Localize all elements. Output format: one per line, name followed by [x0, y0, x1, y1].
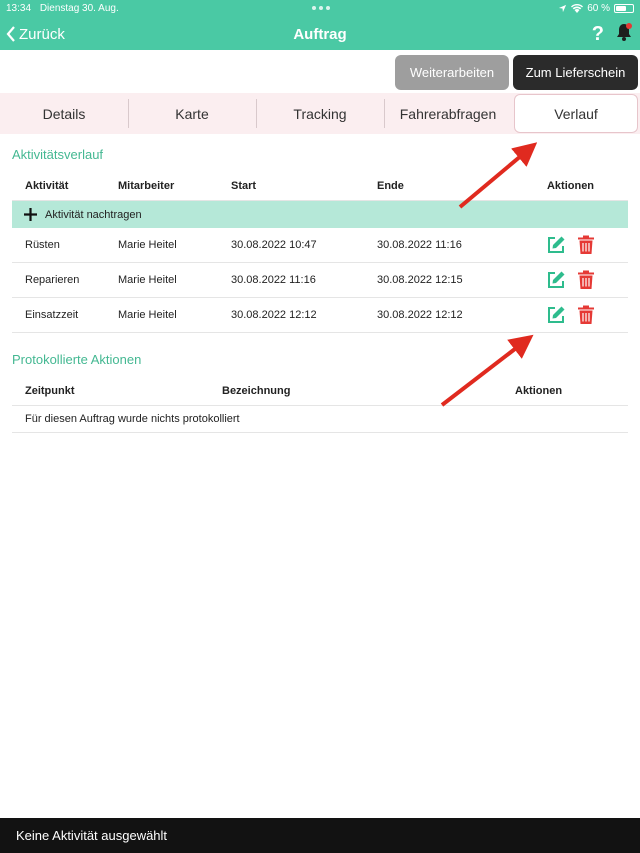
row-end: 30.08.2022 11:16: [377, 239, 462, 251]
col-description: Bezeichnung: [222, 384, 291, 397]
activity-table-header: Aktivität Mitarbeiter Start Ende Aktione…: [12, 171, 628, 201]
help-icon[interactable]: ?: [592, 23, 604, 46]
row-employee: Marie Heitel: [118, 274, 177, 286]
table-row[interactable]: Einsatzzeit Marie Heitel 30.08.2022 12:1…: [12, 298, 628, 333]
row-activity: Reparieren: [25, 274, 80, 286]
page-title: Auftrag: [293, 25, 347, 43]
notification-bell-icon[interactable]: [616, 22, 632, 46]
row-end: 30.08.2022 12:15: [377, 274, 463, 286]
activity-table: Aktivität Mitarbeiter Start Ende Aktione…: [12, 171, 628, 333]
row-start: 30.08.2022 10:47: [231, 239, 317, 251]
col-timestamp: Zeitpunkt: [25, 384, 75, 397]
plus-icon: [24, 208, 37, 221]
row-start: 30.08.2022 12:12: [231, 309, 317, 321]
add-activity-label: Aktivität nachtragen: [45, 208, 142, 221]
log-table-header: Zeitpunkt Bezeichnung Aktionen: [12, 376, 628, 406]
table-row[interactable]: Rüsten Marie Heitel 30.08.2022 10:47 30.…: [12, 228, 628, 263]
row-activity: Rüsten: [25, 239, 60, 251]
tab-bar: Details Karte Tracking Fahrerabfragen Ve…: [0, 93, 640, 134]
tab-map[interactable]: Karte: [128, 93, 256, 134]
row-employee: Marie Heitel: [118, 239, 177, 251]
continue-button[interactable]: Weiterarbeiten: [395, 55, 509, 90]
tab-history[interactable]: Verlauf: [514, 94, 638, 133]
back-button[interactable]: Zurück: [6, 26, 65, 43]
chevron-left-icon: [6, 26, 15, 42]
multitask-dots[interactable]: [312, 6, 330, 10]
col-start: Start: [231, 179, 257, 192]
trash-icon[interactable]: [575, 269, 597, 291]
log-section-title: Protokollierte Aktionen: [12, 352, 142, 367]
battery-percent: 60 %: [587, 2, 610, 14]
log-table: Zeitpunkt Bezeichnung Aktionen Für diese…: [12, 376, 628, 433]
edit-icon[interactable]: [545, 269, 567, 291]
trash-icon[interactable]: [575, 234, 597, 256]
status-time: 13:34: [6, 2, 32, 14]
selection-status-text: Keine Aktivität ausgewählt: [16, 828, 168, 843]
status-date: Dienstag 30. Aug.: [39, 2, 119, 14]
col-employee: Mitarbeiter: [118, 179, 175, 192]
selection-status-bar: Keine Aktivität ausgewählt: [0, 818, 640, 853]
col-activity: Aktivität: [25, 179, 69, 192]
log-empty-message: Für diesen Auftrag wurde nichts protokol…: [12, 406, 628, 433]
col-end: Ende: [377, 179, 404, 192]
battery-icon: [614, 3, 634, 13]
add-activity-button[interactable]: Aktivität nachtragen: [12, 201, 628, 228]
app-header: 13:34 Dienstag 30. Aug. 60 % Zurück Auft…: [0, 0, 640, 50]
tab-tracking[interactable]: Tracking: [256, 93, 384, 134]
tab-details[interactable]: Details: [0, 93, 128, 134]
edit-icon[interactable]: [545, 304, 567, 326]
delivery-note-button[interactable]: Zum Lieferschein: [513, 55, 638, 90]
tab-driver-queries[interactable]: Fahrerabfragen: [384, 93, 512, 134]
row-end: 30.08.2022 12:12: [377, 309, 463, 321]
col-actions: Aktionen: [546, 179, 595, 192]
location-icon: [559, 4, 567, 12]
edit-icon[interactable]: [545, 234, 567, 256]
trash-icon[interactable]: [575, 304, 597, 326]
row-activity: Einsatzzeit: [25, 309, 79, 321]
col-log-actions: Aktionen: [515, 384, 563, 397]
row-start: 30.08.2022 11:16: [231, 274, 316, 286]
back-label: Zurück: [19, 25, 65, 43]
activity-section-title: Aktivitätsverlauf: [12, 147, 104, 162]
table-row[interactable]: Reparieren Marie Heitel 30.08.2022 11:16…: [12, 263, 628, 298]
wifi-icon: [571, 3, 584, 13]
row-employee: Marie Heitel: [118, 309, 177, 321]
